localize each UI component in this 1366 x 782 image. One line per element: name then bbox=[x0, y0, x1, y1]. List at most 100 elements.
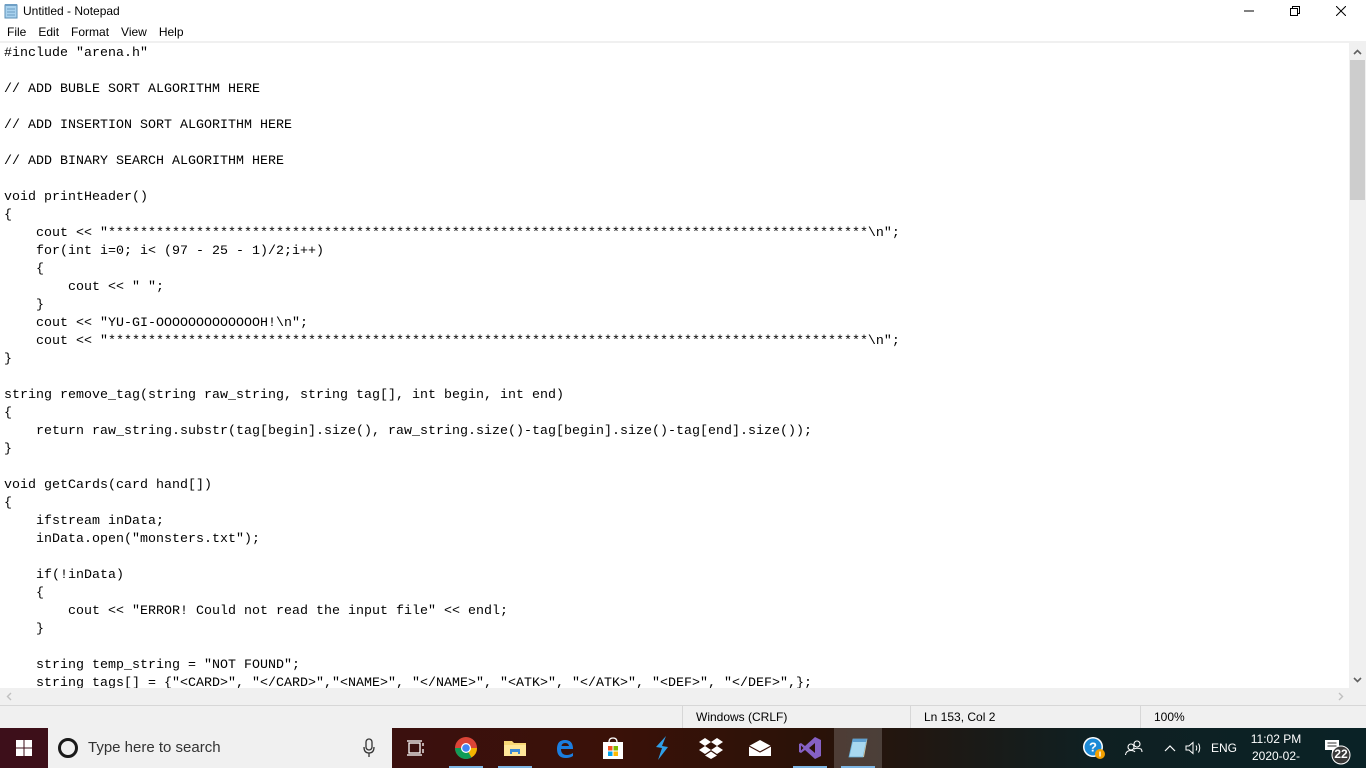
menu-file[interactable]: File bbox=[0, 22, 31, 42]
input-language-button[interactable]: ENG bbox=[1208, 728, 1240, 768]
taskbar-clock[interactable]: 11:02 PM 2020-02-16 bbox=[1246, 731, 1306, 782]
editor-line[interactable]: if(!inData) bbox=[4, 566, 900, 584]
editor-line[interactable]: for(int i=0; i< (97 - 25 - 1)/2;i++) bbox=[4, 242, 900, 260]
editor-line[interactable]: void getCards(card hand[]) bbox=[4, 476, 900, 494]
chevron-right-icon bbox=[1338, 692, 1343, 701]
notepad-icon bbox=[848, 738, 868, 758]
editor-line[interactable]: // ADD INSERTION SORT ALGORITHM HERE bbox=[4, 116, 900, 134]
editor-line[interactable]: cout << "ERROR! Could not read the input… bbox=[4, 602, 900, 620]
search-placeholder: Type here to search bbox=[88, 739, 221, 756]
editor-line[interactable]: #include "arena.h" bbox=[4, 44, 900, 62]
text-editor[interactable]: #include "arena.h" // ADD BUBLE SORT ALGO… bbox=[0, 43, 1349, 688]
chrome-icon bbox=[455, 737, 477, 759]
editor-line[interactable]: // ADD BINARY SEARCH ALGORITHM HERE bbox=[4, 152, 900, 170]
editor-line[interactable]: // ADD BUBLE SORT ALGORITHM HERE bbox=[4, 80, 900, 98]
status-bar: Windows (CRLF) Ln 153, Col 2 100% bbox=[0, 705, 1366, 728]
editor-line[interactable]: { bbox=[4, 494, 900, 512]
taskbar-dropbox[interactable] bbox=[687, 728, 735, 768]
cortana-icon bbox=[58, 738, 78, 758]
vertical-scroll-thumb[interactable] bbox=[1350, 60, 1365, 200]
restore-button[interactable] bbox=[1272, 0, 1318, 22]
editor-line[interactable]: string temp_string = "NOT FOUND"; bbox=[4, 656, 900, 674]
action-center-button[interactable]: 22 bbox=[1318, 728, 1366, 768]
menu-help[interactable]: Help bbox=[152, 22, 189, 42]
editor-line[interactable]: string remove_tag(string raw_string, str… bbox=[4, 386, 900, 404]
menu-format[interactable]: Format bbox=[64, 22, 114, 42]
editor-line[interactable]: { bbox=[4, 404, 900, 422]
editor-line[interactable]: { bbox=[4, 260, 900, 278]
editor-line[interactable]: } bbox=[4, 296, 900, 314]
task-view-icon bbox=[407, 740, 424, 756]
editor-line[interactable]: cout << "*******************************… bbox=[4, 332, 900, 350]
folder-icon bbox=[504, 741, 526, 756]
taskbar-chrome[interactable] bbox=[442, 728, 490, 768]
windows-logo-icon bbox=[16, 740, 32, 756]
minimize-button[interactable] bbox=[1226, 0, 1272, 22]
scroll-left-button[interactable] bbox=[0, 688, 17, 705]
editor-line[interactable]: cout << "*******************************… bbox=[4, 224, 900, 242]
microphone-icon[interactable] bbox=[362, 738, 376, 758]
taskbar-mail[interactable] bbox=[736, 728, 784, 768]
scroll-down-button[interactable] bbox=[1349, 671, 1366, 688]
editor-line[interactable]: } bbox=[4, 440, 900, 458]
menu-edit[interactable]: Edit bbox=[31, 22, 64, 42]
start-button[interactable] bbox=[0, 728, 48, 768]
taskbar: Type here to search ? ENG 11:02 PM 2020-… bbox=[0, 728, 1366, 780]
minimize-icon bbox=[1244, 10, 1254, 12]
clock-time: 11:02 PM bbox=[1250, 732, 1302, 746]
volume-button[interactable] bbox=[1182, 728, 1206, 768]
taskbar-edge[interactable] bbox=[541, 728, 589, 768]
editor-line[interactable]: string tags[] = {"<CARD>", "</CARD>","<N… bbox=[4, 674, 900, 688]
editor-line[interactable] bbox=[4, 62, 900, 80]
zoom-level-status: 100% bbox=[1140, 706, 1366, 728]
title-bar[interactable]: Untitled - Notepad bbox=[0, 0, 1366, 22]
store-icon bbox=[603, 737, 623, 759]
mail-icon bbox=[748, 740, 772, 756]
taskbar-visual-studio[interactable] bbox=[786, 728, 834, 768]
editor-line[interactable] bbox=[4, 548, 900, 566]
editor-line[interactable]: void printHeader() bbox=[4, 188, 900, 206]
editor-line[interactable]: inData.open("monsters.txt"); bbox=[4, 530, 900, 548]
scroll-up-button[interactable] bbox=[1349, 43, 1366, 60]
editor-line[interactable]: cout << " "; bbox=[4, 278, 900, 296]
taskbar-notepad[interactable] bbox=[834, 728, 882, 768]
vertical-scrollbar[interactable] bbox=[1349, 43, 1366, 688]
editor-content[interactable]: #include "arena.h" // ADD BUBLE SORT ALGO… bbox=[4, 44, 900, 688]
help-question-icon: ? bbox=[1083, 737, 1105, 759]
editor-line[interactable]: cout << "YU-GI-OOOOOOOOOOOOOH!\n"; bbox=[4, 314, 900, 332]
show-hidden-icons-button[interactable] bbox=[1160, 728, 1180, 768]
menu-view[interactable]: View bbox=[114, 22, 152, 42]
chevron-down-icon bbox=[1353, 676, 1362, 683]
editor-line[interactable]: { bbox=[4, 206, 900, 224]
restore-icon bbox=[1290, 6, 1300, 16]
editor-line[interactable]: { bbox=[4, 584, 900, 602]
notification-count-badge: 22 bbox=[1334, 747, 1348, 761]
taskbar-search-box[interactable]: Type here to search bbox=[48, 728, 392, 768]
taskbar-app-lightning[interactable] bbox=[638, 728, 686, 768]
editor-line[interactable]: return raw_string.substr(tag[begin].size… bbox=[4, 422, 900, 440]
editor-line[interactable]: } bbox=[4, 350, 900, 368]
scrollbar-corner bbox=[1349, 688, 1366, 705]
editor-line[interactable] bbox=[4, 134, 900, 152]
menu-bar: File Edit Format View Help bbox=[0, 22, 1366, 42]
scroll-right-button[interactable] bbox=[1332, 688, 1349, 705]
editor-line[interactable] bbox=[4, 458, 900, 476]
taskbar-file-explorer[interactable] bbox=[491, 728, 539, 768]
editor-line[interactable]: } bbox=[4, 620, 900, 638]
people-icon bbox=[1125, 740, 1143, 756]
horizontal-scrollbar[interactable] bbox=[0, 688, 1349, 705]
notepad-app-icon bbox=[4, 4, 18, 19]
taskbar-microsoft-store[interactable] bbox=[589, 728, 637, 768]
task-view-button[interactable] bbox=[392, 728, 440, 768]
clock-date: 2020-02-16 bbox=[1251, 749, 1301, 780]
editor-line[interactable] bbox=[4, 170, 900, 188]
editor-line[interactable] bbox=[4, 368, 900, 386]
chevron-up-icon bbox=[1353, 48, 1362, 55]
tray-help-app[interactable]: ? bbox=[1080, 728, 1108, 768]
editor-line[interactable] bbox=[4, 638, 900, 656]
close-button[interactable] bbox=[1318, 0, 1364, 22]
editor-line[interactable] bbox=[4, 98, 900, 116]
tray-people[interactable] bbox=[1120, 728, 1148, 768]
edge-icon bbox=[557, 740, 573, 758]
editor-line[interactable]: ifstream inData; bbox=[4, 512, 900, 530]
